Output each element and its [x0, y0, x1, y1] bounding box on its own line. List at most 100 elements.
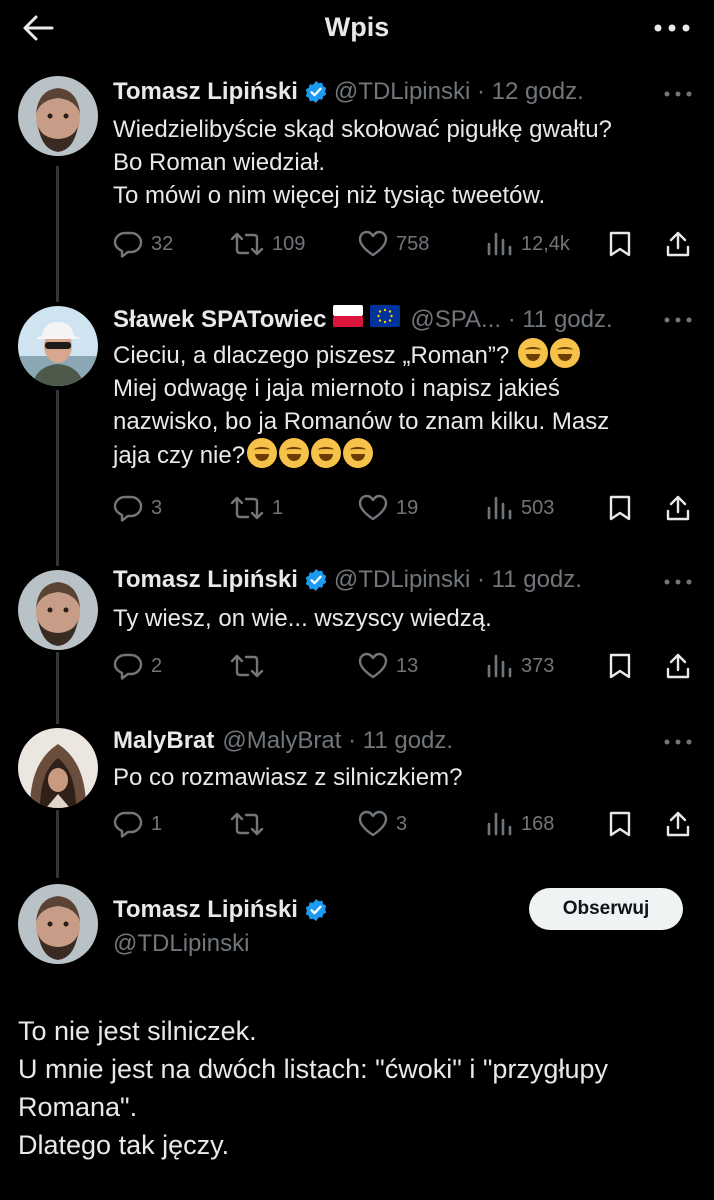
reply-count: 2 [151, 654, 163, 677]
share-icon [666, 653, 690, 679]
share-button[interactable] [665, 492, 699, 524]
action-bar: 1 3 168 [113, 808, 698, 840]
tweet-more-button[interactable] [662, 310, 694, 330]
avatar[interactable] [18, 728, 98, 808]
face-with-tears-of-joy-icon [311, 438, 342, 468]
bookmark-icon [609, 653, 631, 679]
views-count: 373 [521, 654, 555, 677]
tweet-text: Cieciu, a dlaczego piszesz „Roman”? Miej… [113, 338, 693, 472]
reply-button[interactable]: 32 [113, 228, 173, 260]
repost-button[interactable] [230, 808, 272, 840]
views-count: 12,4k [521, 232, 570, 255]
tweet-text: Ty wiesz, on wie... wszyscy wiedzą. [113, 602, 693, 635]
timestamp[interactable]: 11 godz. [522, 306, 612, 334]
author-name[interactable]: Sławek SPATowiec [113, 306, 326, 334]
repost-icon [230, 232, 264, 256]
tweet-text-line: To mówi o nim więcej niż tysiąc tweetów. [113, 182, 546, 209]
reply-button[interactable]: 1 [113, 808, 162, 840]
post-text-line: Romana". [18, 1092, 138, 1122]
repost-button[interactable] [230, 650, 272, 682]
tweet-more-button[interactable] [662, 732, 694, 752]
repost-icon [230, 496, 264, 520]
face-with-tears-of-joy-icon [279, 438, 310, 468]
flag-poland-icon [333, 305, 364, 334]
thread-line [56, 652, 59, 724]
bookmark-button[interactable] [608, 228, 640, 260]
share-button[interactable] [665, 808, 699, 840]
author-handle[interactable]: @SPA... [410, 306, 501, 334]
tweet-text-line: Ty wiesz, on wie... wszyscy wiedzą. [113, 605, 492, 632]
timestamp[interactable]: 11 godz. [363, 727, 453, 755]
reply-tweet[interactable]: Tomasz Lipiński @TDLipinski · 12 godz. W… [0, 0, 714, 300]
views-button[interactable]: 373 [485, 650, 554, 682]
bookmark-button[interactable] [608, 492, 640, 524]
action-bar: 32 109 758 12,4k [113, 228, 698, 260]
avatar[interactable] [18, 306, 98, 386]
share-button[interactable] [665, 650, 699, 682]
tweet-more-button[interactable] [662, 84, 694, 104]
views-button[interactable]: 503 [485, 492, 554, 524]
like-count: 13 [396, 654, 419, 677]
avatar-photo-icon [18, 76, 98, 156]
repost-count: 109 [272, 232, 306, 255]
bookmark-icon [609, 811, 631, 837]
post-text: To nie jest silniczek. U mnie jest na dw… [18, 1012, 708, 1164]
tweet-text-line: Cieciu, a dlaczego piszesz „Roman”? [113, 338, 693, 372]
tweet-text-line: Po co rozmawiasz z silniczkiem? [113, 764, 463, 791]
author-handle[interactable]: @MalyBrat [222, 727, 341, 755]
bookmark-button[interactable] [608, 650, 640, 682]
like-button[interactable]: 19 [358, 492, 418, 524]
avatar[interactable] [18, 76, 98, 156]
like-button[interactable]: 3 [358, 808, 407, 840]
timestamp[interactable]: 11 godz. [492, 566, 582, 594]
repost-count: 1 [272, 496, 284, 519]
like-button[interactable]: 758 [358, 228, 429, 260]
timestamp[interactable]: 12 godz. [492, 78, 584, 106]
views-button[interactable]: 12,4k [485, 228, 570, 260]
author-handle[interactable]: @TDLipinski [113, 930, 249, 958]
action-bar: 3 1 19 503 [113, 492, 698, 524]
avatar[interactable] [18, 884, 98, 964]
verified-badge-icon [304, 80, 328, 104]
author-name[interactable]: Tomasz Lipiński [113, 896, 298, 924]
like-count: 19 [396, 496, 419, 519]
reply-button[interactable]: 2 [113, 650, 162, 682]
repost-button[interactable]: 1 [230, 492, 283, 524]
reply-button[interactable]: 3 [113, 492, 162, 524]
separator-dot: · [501, 305, 523, 333]
more-horizontal-icon [664, 317, 692, 323]
author-handle[interactable]: @TDLipinski [334, 78, 470, 106]
tweet-text-line: jaja czy nie? [113, 438, 693, 472]
reply-icon [113, 653, 143, 680]
avatar[interactable] [18, 570, 98, 650]
post-text-line: Dlatego tak jęczy. [18, 1130, 230, 1160]
bookmark-icon [609, 231, 631, 257]
bookmark-button[interactable] [608, 808, 640, 840]
tweet-more-button[interactable] [662, 572, 694, 592]
repost-button[interactable]: 109 [230, 228, 305, 260]
thread-line [56, 810, 59, 878]
tweet-text-line: Miej odwagę i jaja miernoto i napisz jak… [113, 375, 560, 402]
author-name[interactable]: Tomasz Lipiński [113, 566, 298, 594]
views-button[interactable]: 168 [485, 808, 554, 840]
face-with-tears-of-joy-icon [247, 438, 278, 468]
share-button[interactable] [665, 228, 699, 260]
thread-line [56, 390, 59, 566]
heart-icon [358, 810, 388, 837]
more-horizontal-icon [664, 91, 692, 97]
reply-icon [113, 231, 143, 258]
author-name[interactable]: Tomasz Lipiński [113, 78, 298, 106]
share-icon [666, 811, 690, 837]
face-with-tears-of-joy-icon [517, 338, 548, 368]
verified-badge-icon [304, 568, 328, 592]
heart-icon [358, 494, 388, 521]
tweet-text: Po co rozmawiasz z silniczkiem? [113, 761, 693, 794]
author-name[interactable]: MalyBrat [113, 727, 214, 755]
heart-icon [358, 652, 388, 679]
share-icon [666, 495, 690, 521]
like-button[interactable]: 13 [358, 650, 418, 682]
follow-button[interactable]: Obserwuj [529, 888, 683, 930]
author-handle[interactable]: @TDLipinski [334, 566, 470, 594]
views-count: 503 [521, 496, 555, 519]
reply-count: 1 [151, 812, 163, 835]
